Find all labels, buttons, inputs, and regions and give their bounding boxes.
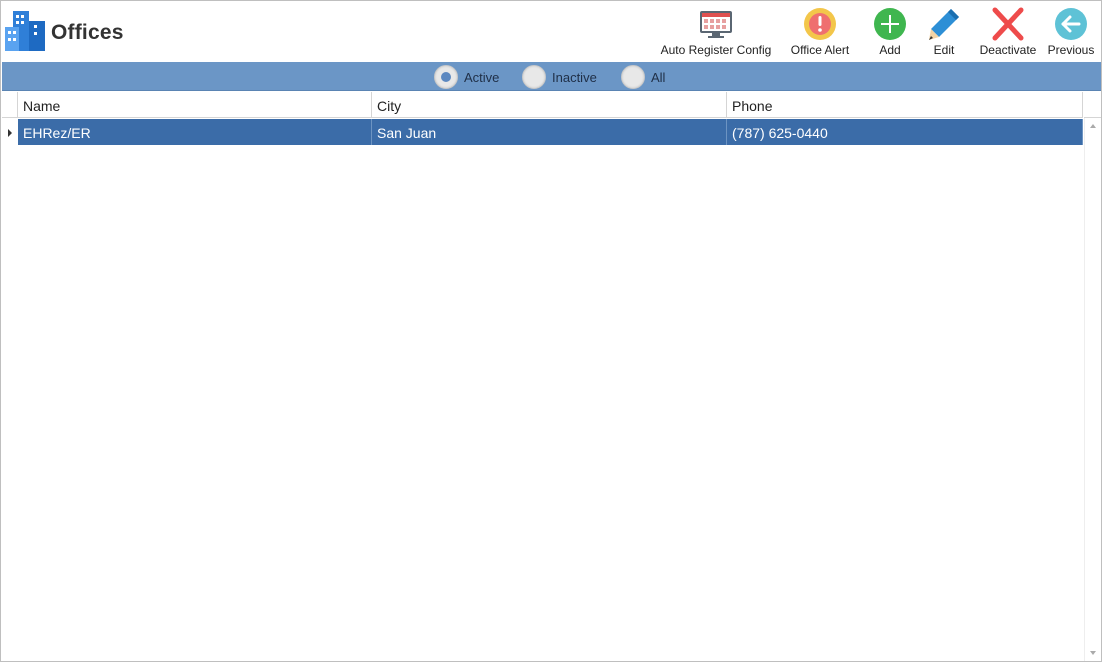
status-filter-bar: Active Inactive All — [2, 62, 1101, 91]
auto-register-config-label: Auto Register Config — [660, 43, 772, 57]
grid-header: Name City Phone — [2, 92, 1083, 118]
row-indicator-header — [2, 92, 18, 118]
calendar-monitor-icon — [700, 11, 732, 38]
offices-window: Offices Auto Register Config Office Aler… — [0, 0, 1102, 662]
cell-phone[interactable]: (787) 625-0440 — [727, 119, 1083, 145]
buildings-icon — [5, 11, 45, 51]
red-x-icon — [992, 7, 1024, 41]
scroll-up-arrow-icon — [1090, 124, 1096, 128]
header: Offices Auto Register Config Office Aler… — [1, 1, 1101, 62]
alert-exclamation-icon — [804, 8, 836, 40]
radio-selected-dot — [441, 72, 451, 82]
edit-button[interactable]: Edit — [919, 5, 969, 59]
radio-active[interactable]: Active — [434, 65, 499, 89]
previous-label: Previous — [1047, 43, 1095, 57]
radio-all-circle — [621, 65, 645, 89]
office-alert-label: Office Alert — [790, 43, 850, 57]
edit-label: Edit — [933, 43, 955, 57]
scroll-corner — [1084, 92, 1101, 118]
radio-all[interactable]: All — [621, 65, 665, 89]
offices-grid: Name City Phone EHRez/ER San Juan (787) … — [2, 92, 1101, 661]
radio-active-label: Active — [464, 69, 500, 85]
pencil-icon — [929, 9, 959, 40]
vertical-scrollbar[interactable] — [1084, 118, 1101, 661]
table-row[interactable]: EHRez/ER San Juan (787) 625-0440 — [2, 119, 1083, 145]
radio-inactive-label: Inactive — [552, 69, 597, 85]
scroll-down-button[interactable] — [1085, 645, 1101, 661]
add-label: Add — [879, 43, 901, 57]
scroll-down-arrow-icon — [1090, 651, 1096, 655]
deactivate-label: Deactivate — [979, 43, 1037, 57]
add-button[interactable]: Add — [865, 5, 915, 59]
column-header-city[interactable]: City — [372, 92, 727, 118]
office-alert-button[interactable]: Office Alert — [785, 5, 855, 59]
plus-circle-icon — [874, 8, 906, 40]
auto-register-config-button[interactable]: Auto Register Config — [657, 5, 775, 59]
radio-inactive-circle — [522, 65, 546, 89]
arrow-left-circle-icon — [1055, 8, 1087, 40]
current-row-arrow-icon — [8, 129, 12, 137]
column-header-phone[interactable]: Phone — [727, 92, 1083, 118]
radio-all-label: All — [651, 69, 666, 85]
deactivate-button[interactable]: Deactivate — [975, 5, 1041, 59]
cell-name[interactable]: EHRez/ER — [18, 119, 372, 145]
radio-inactive[interactable]: Inactive — [522, 65, 597, 89]
radio-active-circle — [434, 65, 458, 89]
cell-city[interactable]: San Juan — [372, 119, 727, 145]
page-title: Offices — [51, 21, 124, 44]
previous-button[interactable]: Previous — [1045, 5, 1097, 59]
column-header-name[interactable]: Name — [18, 92, 372, 118]
scroll-up-button[interactable] — [1085, 118, 1101, 134]
row-indicator — [2, 119, 18, 145]
